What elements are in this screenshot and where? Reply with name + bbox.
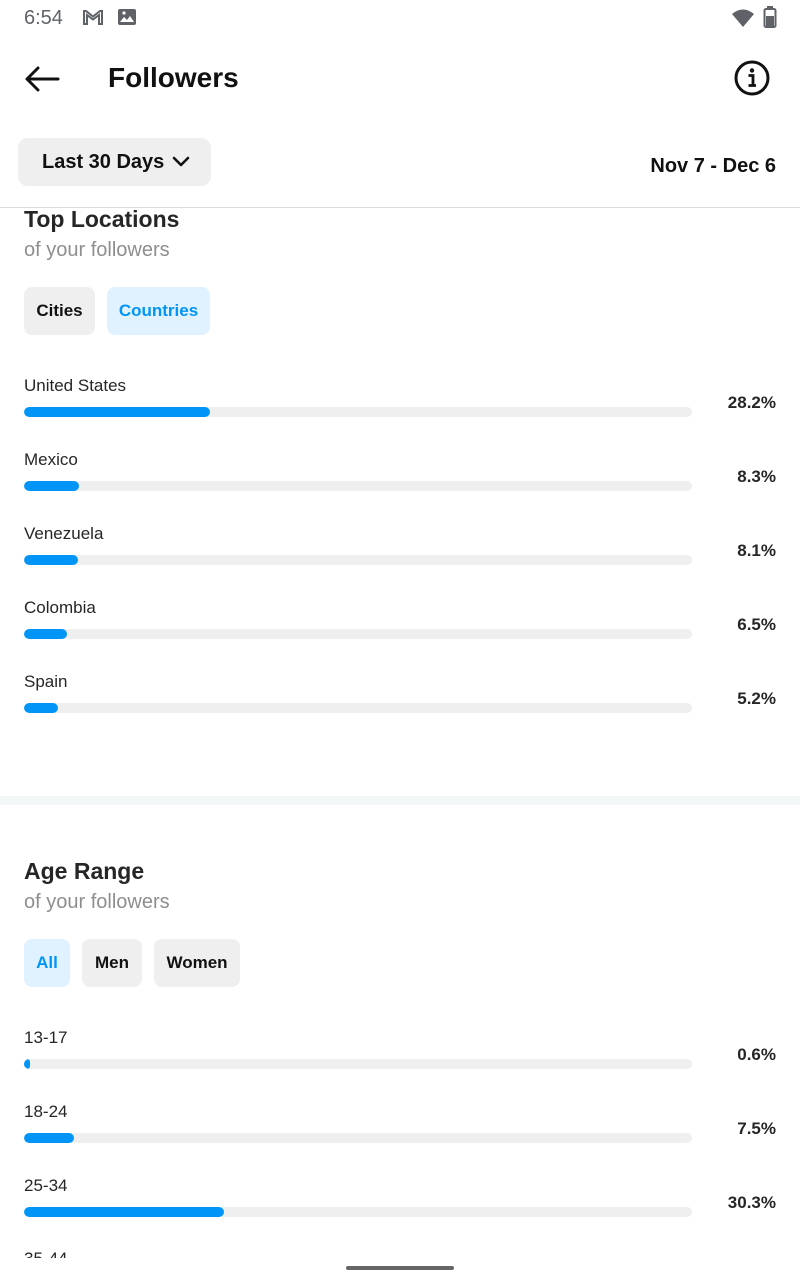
age-row-label: 25-34 — [24, 1176, 68, 1195]
tab-women[interactable]: Women — [154, 939, 240, 987]
top-locations-subtitle: of your followers — [24, 239, 170, 261]
tab-countries-label: Countries — [118, 301, 199, 320]
age-row-label: 13-17 — [24, 1028, 68, 1047]
tab-all-label: All — [36, 953, 58, 972]
age-range-subtitle: of your followers — [24, 891, 170, 913]
age-row-value: 0.6% — [737, 1045, 776, 1064]
location-row-value: 28.2% — [727, 393, 776, 412]
location-row-label: Spain — [24, 672, 68, 691]
back-arrow-icon — [25, 66, 60, 92]
date-range: Nov 7 - Dec 6 — [650, 155, 776, 177]
age-row-label: 18-24 — [24, 1102, 68, 1121]
location-bar-track — [24, 555, 692, 565]
tab-women-label: Women — [166, 953, 228, 972]
age-range-title: Age Range — [24, 858, 145, 884]
chevron-down-icon — [172, 156, 190, 167]
back-button[interactable] — [20, 58, 64, 100]
gmail-icon — [82, 7, 104, 32]
age-bar-fill — [24, 1207, 225, 1217]
top-locations-title: Top Locations — [24, 206, 180, 232]
location-row-label: United States — [24, 376, 127, 395]
status-time: 6:54 — [24, 7, 63, 29]
location-bar-fill — [24, 555, 78, 565]
age-bar-track — [24, 1133, 692, 1143]
age-row-value: 7.5% — [737, 1119, 776, 1138]
age-bar-track — [24, 1059, 692, 1069]
location-row-value: 8.1% — [737, 541, 776, 560]
location-bar-fill — [24, 481, 79, 491]
info-button[interactable] — [733, 59, 771, 97]
location-bar-track — [24, 481, 692, 491]
location-row-label: Mexico — [24, 450, 78, 469]
location-row-label: Colombia — [24, 598, 96, 617]
location-bar-fill — [24, 703, 59, 713]
location-bar-track — [24, 407, 692, 417]
age-row-value: 30.3% — [727, 1193, 776, 1212]
location-row-value: 6.5% — [737, 615, 776, 634]
period-dropdown[interactable]: Last 30 Days — [18, 138, 211, 186]
location-row-label: Venezuela — [24, 524, 104, 543]
tab-cities[interactable]: Cities — [24, 287, 95, 335]
page-title: Followers — [108, 62, 239, 93]
tab-all[interactable]: All — [24, 939, 70, 987]
image-icon — [117, 7, 137, 32]
tab-men[interactable]: Men — [82, 939, 142, 987]
tab-countries[interactable]: Countries — [107, 287, 210, 335]
age-bar-fill — [24, 1059, 30, 1069]
location-bar-track — [24, 629, 692, 639]
age-bar-track — [24, 1207, 692, 1217]
location-bar-track — [24, 703, 692, 713]
home-indicator[interactable] — [346, 1266, 454, 1270]
period-label: Last 30 Days — [42, 150, 165, 173]
location-bar-fill — [24, 629, 67, 639]
location-row-value: 8.3% — [737, 467, 776, 486]
age-row-label-partial: 35-44 — [24, 1250, 67, 1258]
info-icon — [734, 60, 770, 96]
location-row-value: 5.2% — [737, 689, 776, 708]
section-separator — [0, 796, 800, 805]
age-bar-fill — [24, 1133, 74, 1143]
status-bar: 6:54 — [0, 0, 800, 36]
battery-icon — [763, 6, 777, 33]
tab-men-label: Men — [95, 953, 129, 972]
wifi-icon — [731, 8, 755, 33]
app-header: Followers — [0, 40, 800, 116]
location-bar-fill — [24, 407, 211, 417]
tab-cities-label: Cities — [36, 301, 83, 320]
